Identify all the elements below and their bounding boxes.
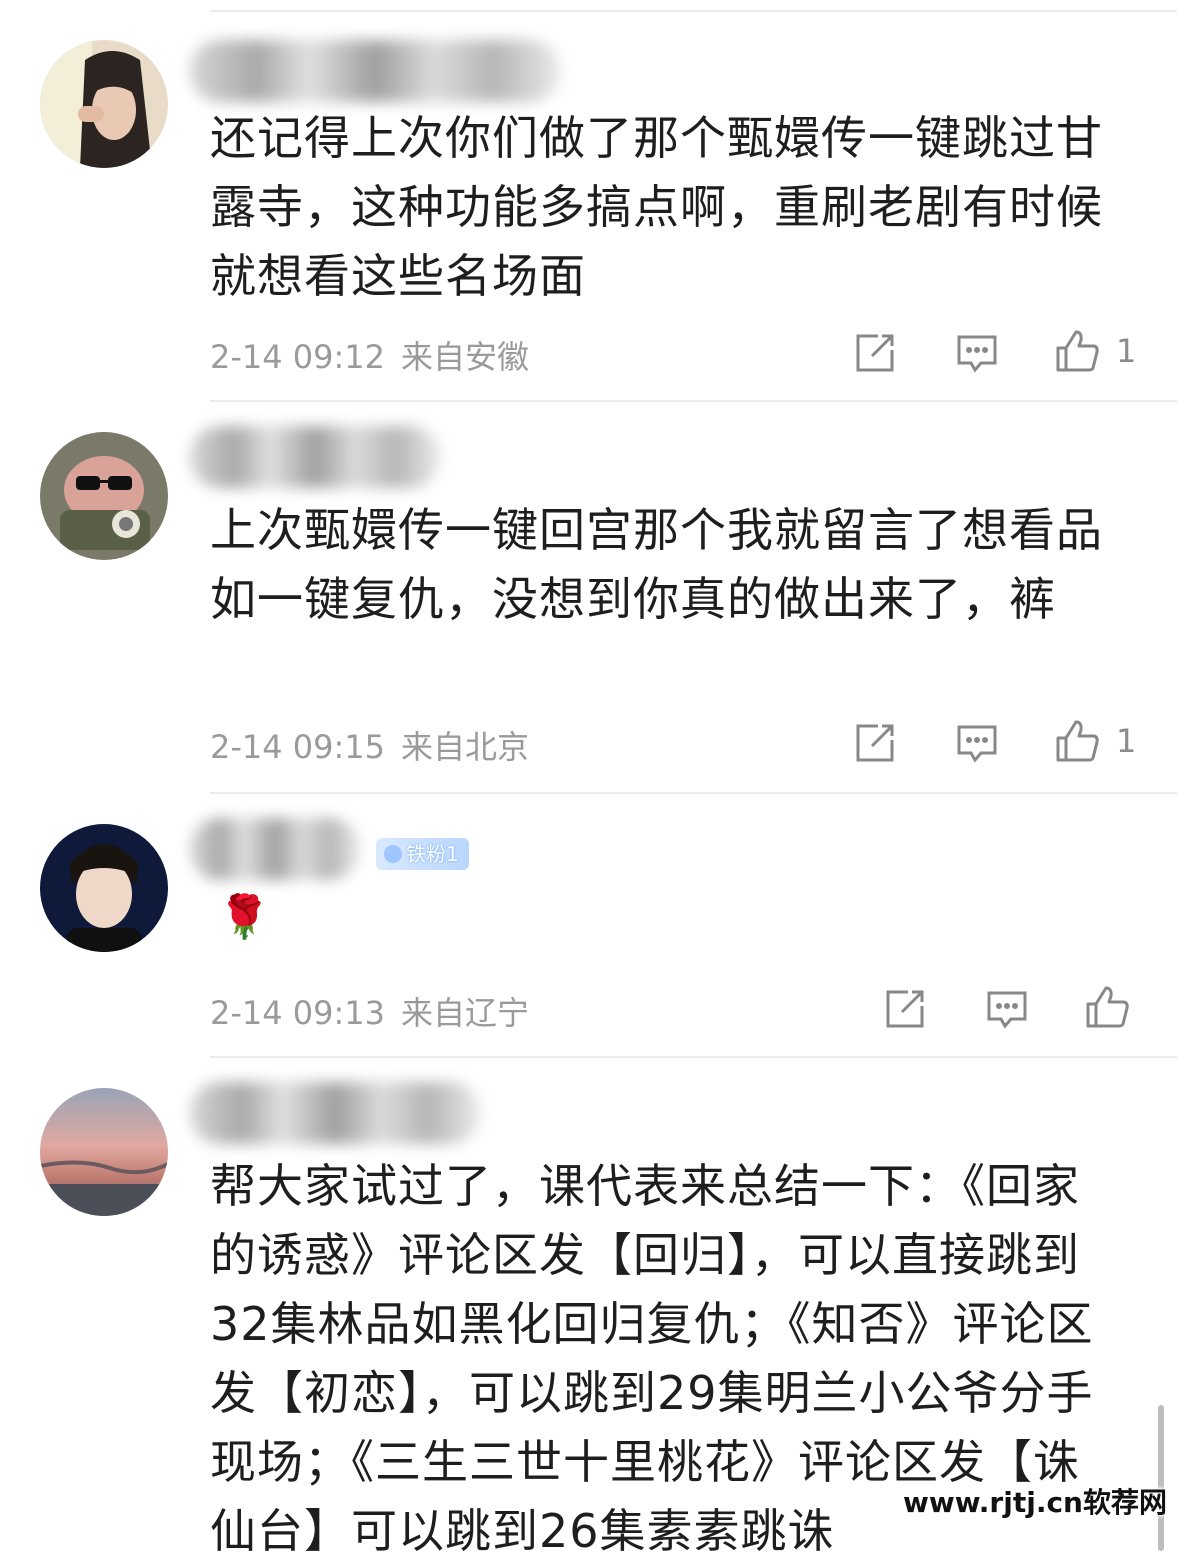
comment-time: 2-14 09:12: [210, 338, 386, 376]
comment-time: 2-14 09:13: [210, 994, 386, 1032]
comment-location: 来自北京: [401, 728, 530, 766]
like-count: 1: [1116, 332, 1137, 370]
comment-meta: 2-14 09:12 来自安徽: [210, 332, 529, 378]
username-blurred[interactable]: [190, 818, 360, 880]
comment-icon[interactable]: [954, 720, 1000, 766]
share-icon[interactable]: [882, 986, 928, 1032]
badge-label: 铁粉1: [406, 842, 459, 866]
comment-icon[interactable]: [984, 986, 1030, 1032]
comment-location: 来自辽宁: [401, 994, 530, 1032]
badge-icon: [384, 845, 402, 863]
username-blurred[interactable]: [190, 40, 560, 102]
comment-meta: 2-14 09:13 来自辽宁: [210, 988, 529, 1034]
avatar[interactable]: [40, 432, 168, 560]
divider: [210, 792, 1177, 794]
comment-location: 来自安徽: [401, 338, 530, 376]
comment-time: 2-14 09:15: [210, 728, 386, 766]
avatar[interactable]: [40, 824, 168, 952]
share-icon[interactable]: [852, 720, 898, 766]
username-blurred[interactable]: [190, 1082, 480, 1144]
rose-emoji: 🌹: [218, 892, 271, 941]
avatar[interactable]: [40, 40, 168, 168]
comment-meta: 2-14 09:15 来自北京: [210, 722, 529, 768]
fan-badge[interactable]: 铁粉1: [376, 838, 469, 870]
watermark: www.rjtj.cn软荐网: [902, 1486, 1167, 1519]
divider: [210, 10, 1177, 12]
share-icon[interactable]: [852, 330, 898, 376]
like-count: 1: [1116, 722, 1137, 760]
username-blurred[interactable]: [190, 426, 440, 488]
comment-text: 上次甄嬛传一键回宫那个我就留言了想看品如一键复仇，没想到你真的做出来了，裤: [210, 503, 1103, 626]
thumbs-up-icon[interactable]: [1054, 328, 1100, 374]
avatar[interactable]: [40, 1088, 168, 1216]
divider: [210, 400, 1177, 402]
scrollbar[interactable]: [1158, 1405, 1164, 1551]
thumbs-up-icon[interactable]: [1054, 718, 1100, 764]
comment-icon[interactable]: [954, 330, 1000, 376]
divider: [210, 1056, 1177, 1058]
thumbs-up-icon[interactable]: [1084, 984, 1130, 1030]
comment-text: 还记得上次你们做了那个甄嬛传一键跳过甘露寺，这种功能多搞点啊，重刷老剧有时候就想…: [210, 111, 1103, 303]
